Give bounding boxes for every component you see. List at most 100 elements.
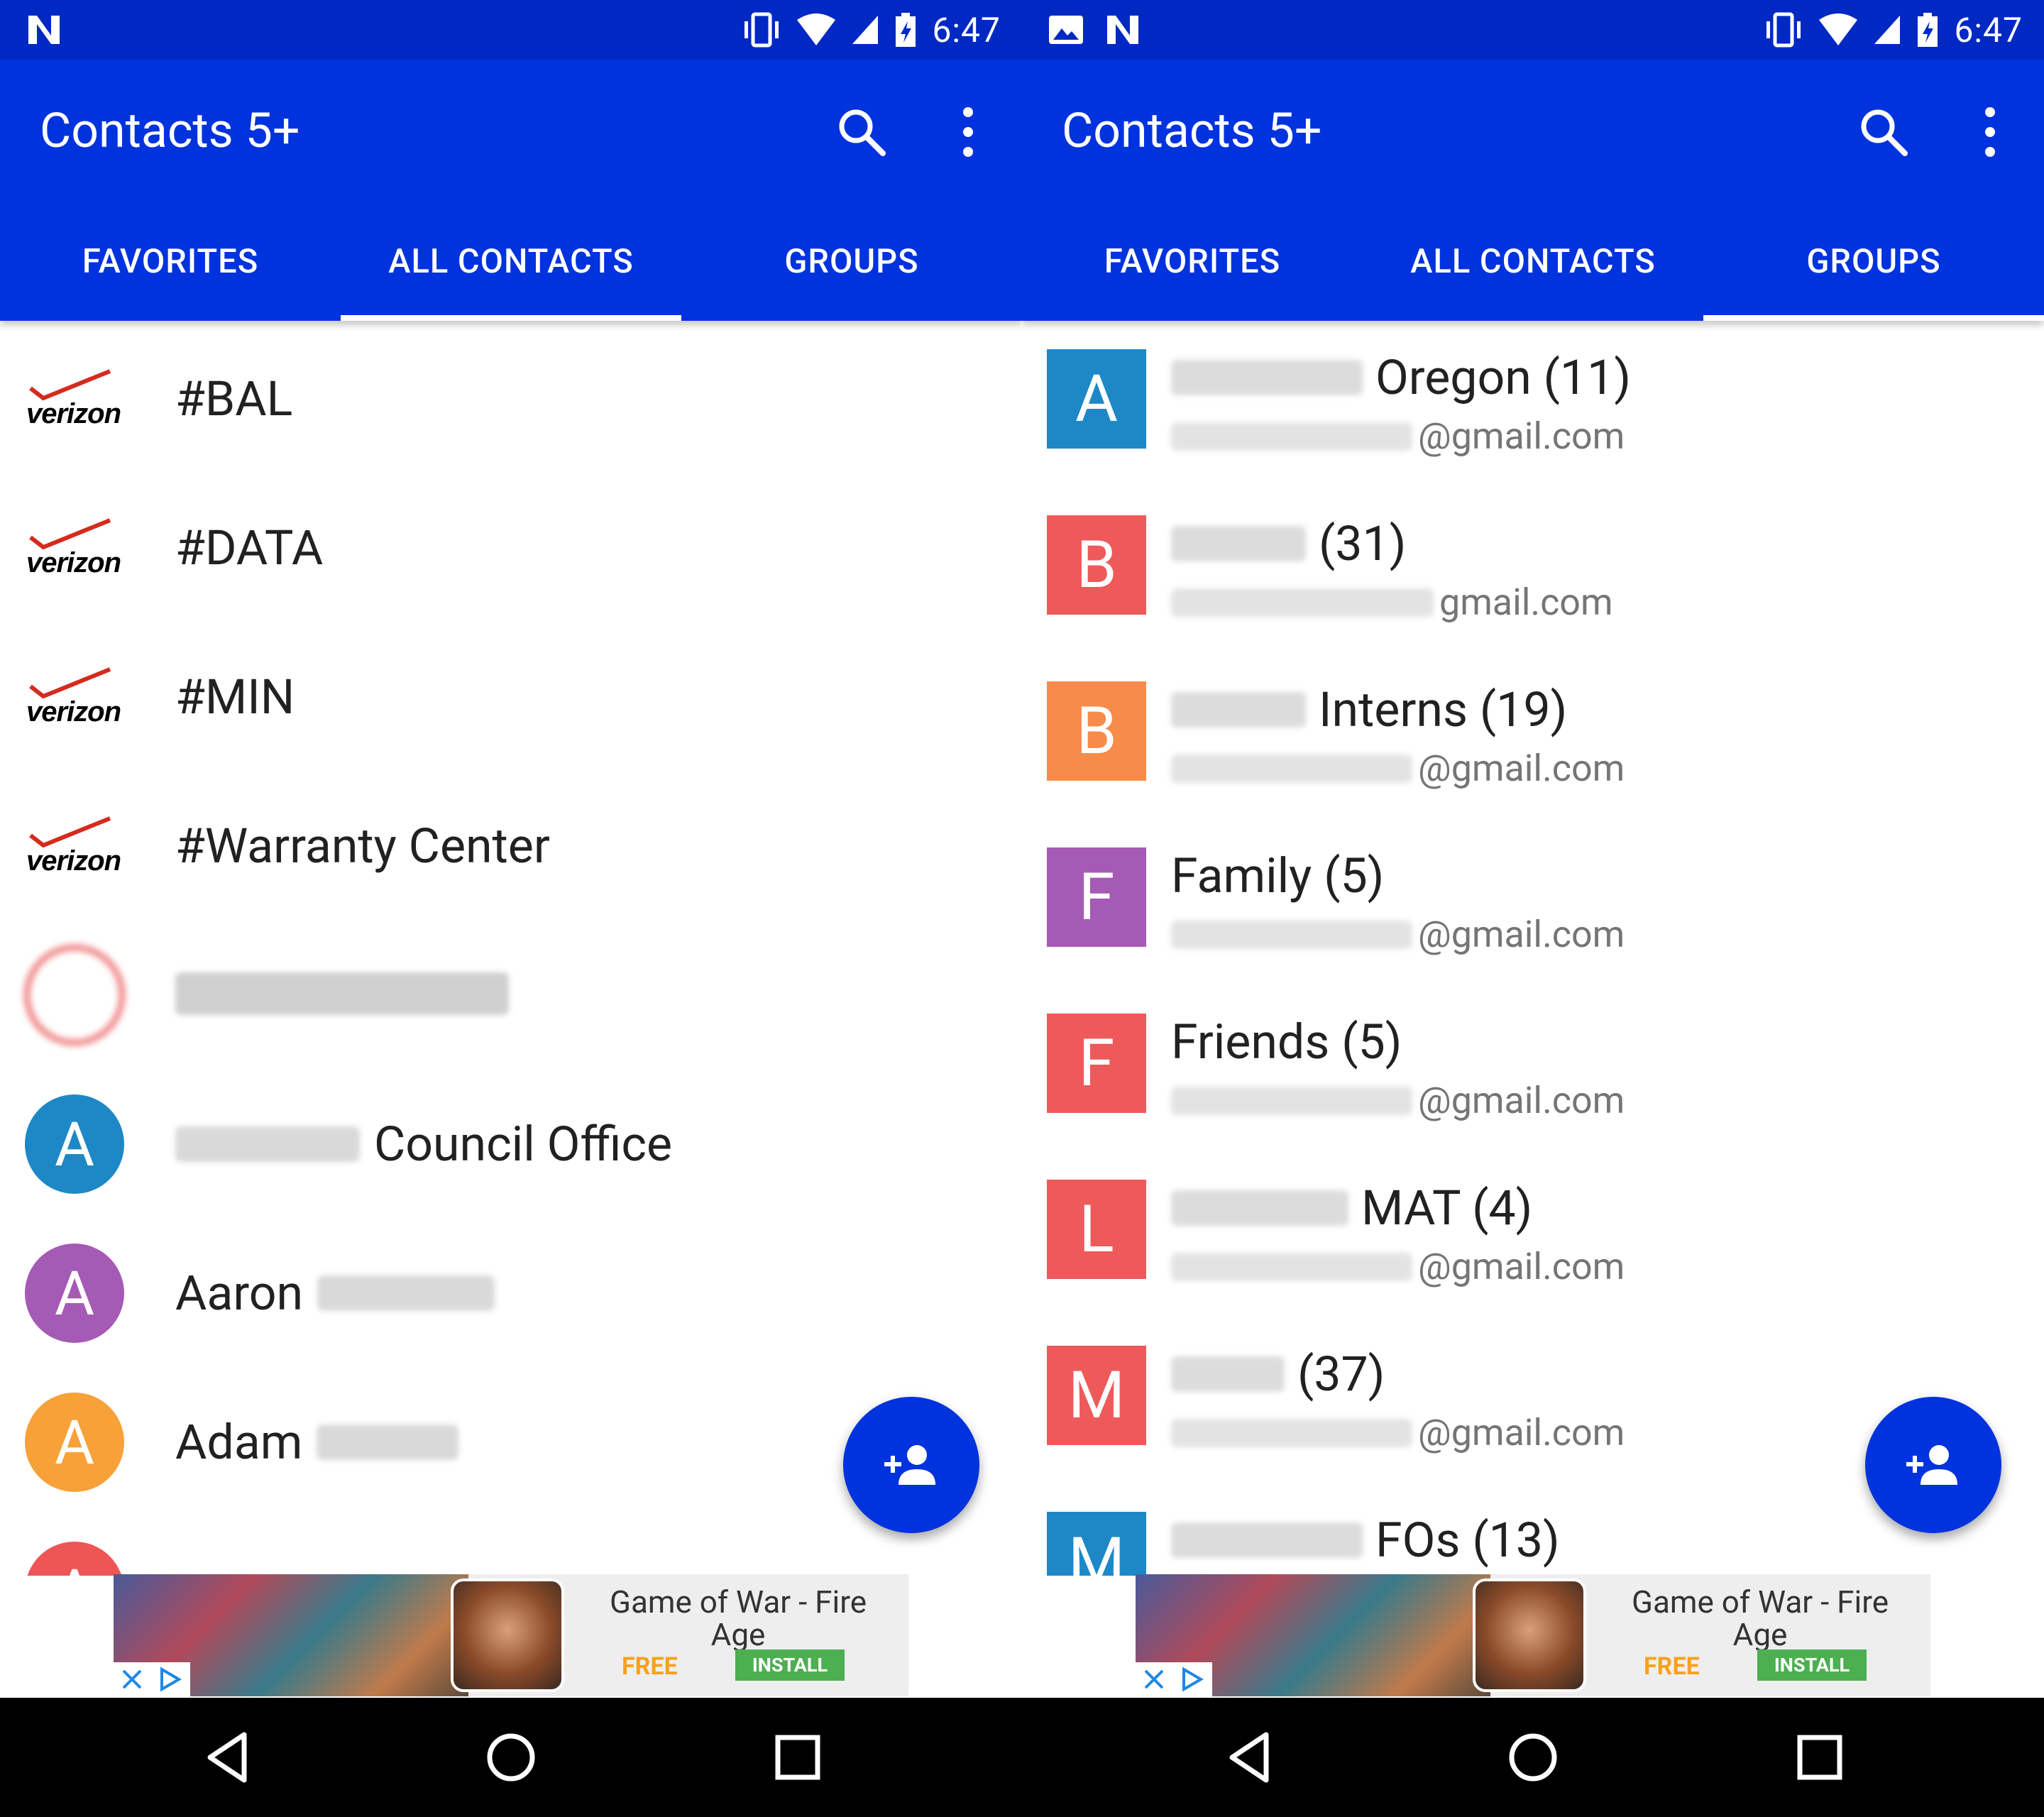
tab-favorites[interactable]: FAVORITES	[0, 202, 341, 321]
verizon-avatar: verizon	[25, 367, 124, 438]
group-name: FOs (13)	[1171, 1512, 1560, 1569]
contact-name: Adam	[175, 1414, 459, 1471]
group-avatar: F	[1047, 1014, 1146, 1113]
redacted-text	[175, 1126, 360, 1162]
groups-screen: 6:47 Contacts 5+ FAVORITES ALL CONTACTS …	[1022, 0, 2044, 1817]
adchoices-icon[interactable]	[158, 1667, 183, 1692]
ad-title[interactable]: Game of War - Fire Age	[1618, 1586, 1902, 1651]
contact-avatar	[25, 945, 124, 1045]
tab-indicator	[341, 315, 681, 321]
contact-name: #BAL	[175, 370, 293, 427]
notification-n-icon	[1107, 16, 1138, 44]
group-row[interactable]: A Oregon (11) @gmail.com	[1022, 321, 2044, 487]
redacted-text	[1171, 1356, 1285, 1392]
contact-row[interactable]: verizon #DATA	[0, 470, 1022, 619]
ad-title[interactable]: Game of War - Fire Age	[596, 1586, 880, 1651]
close-icon[interactable]	[1143, 1668, 1165, 1691]
add-contact-icon	[884, 1445, 935, 1485]
group-avatar: B	[1047, 515, 1146, 615]
wifi-icon	[1819, 13, 1858, 45]
search-icon[interactable]	[1854, 102, 1913, 162]
wifi-icon	[797, 13, 836, 45]
redacted-text	[1171, 920, 1412, 949]
battery-icon	[1918, 13, 1938, 47]
ad-install-button[interactable]: INSTALL	[735, 1649, 845, 1681]
contact-name: Aaron	[175, 1265, 495, 1322]
contact-row[interactable]: verizon #MIN	[0, 619, 1022, 768]
redacted-text	[1171, 1086, 1412, 1115]
group-name: Oregon (11)	[1171, 349, 1631, 406]
contact-list[interactable]: verizon #BAL verizon #DATA verizon #MIN	[0, 321, 1022, 1576]
more-vert-icon[interactable]	[938, 102, 998, 162]
group-avatar: M	[1047, 1346, 1146, 1445]
ad-banner[interactable]: Game of War - Fire Age FREE INSTALL	[114, 1574, 908, 1696]
home-icon[interactable]	[471, 1718, 551, 1797]
group-row[interactable]: F Family (5) @gmail.com	[1022, 819, 2044, 985]
redacted-text	[1171, 526, 1306, 561]
tab-all-contacts[interactable]: ALL CONTACTS	[1363, 202, 1703, 321]
redacted-text	[1171, 1190, 1348, 1226]
ad-app-icon[interactable]	[451, 1579, 564, 1692]
home-icon[interactable]	[1493, 1718, 1573, 1797]
redacted-text	[1171, 422, 1412, 451]
group-account: @gmail.com	[1171, 1079, 1625, 1122]
redacted-text	[317, 1275, 495, 1311]
add-contact-button[interactable]	[1865, 1397, 2001, 1533]
tab-favorites[interactable]: FAVORITES	[1022, 202, 1363, 321]
ad-choices[interactable]	[1136, 1662, 1212, 1696]
tab-indicator	[1703, 315, 2044, 321]
group-account: @gmail.com	[1171, 1245, 1625, 1288]
verizon-avatar: verizon	[25, 516, 124, 587]
close-icon[interactable]	[121, 1668, 143, 1691]
contact-row[interactable]: A	[0, 1513, 1022, 1576]
app-bar: Contacts 5+ FAVORITES ALL CONTACTS GROUP…	[1022, 60, 2044, 321]
group-row[interactable]: B (31) gmail.com	[1022, 487, 2044, 653]
add-contact-button[interactable]	[843, 1397, 979, 1533]
tab-groups[interactable]: GROUPS	[1703, 202, 2044, 321]
contact-name: #Warranty Center	[175, 818, 550, 874]
tab-bar: FAVORITES ALL CONTACTS GROUPS	[1022, 202, 2044, 321]
contact-name: Council Office	[175, 1116, 672, 1173]
recents-icon[interactable]	[1780, 1718, 1859, 1797]
verizon-avatar: verizon	[25, 814, 124, 885]
tab-bar: FAVORITES ALL CONTACTS GROUPS	[0, 202, 1022, 321]
contact-row[interactable]: verizon #BAL	[0, 321, 1022, 470]
more-vert-icon[interactable]	[1960, 102, 2020, 162]
signal-icon	[852, 16, 879, 44]
redacted-text	[1171, 692, 1306, 728]
group-row[interactable]: L MAT (4) @gmail.com	[1022, 1151, 2044, 1317]
contact-row[interactable]: A Aaron	[0, 1215, 1022, 1364]
tab-groups[interactable]: GROUPS	[681, 202, 1022, 321]
redacted-text	[1171, 1418, 1412, 1447]
back-icon[interactable]	[1209, 1718, 1289, 1797]
group-name: (37)	[1171, 1346, 1385, 1402]
notification-n-icon	[28, 16, 60, 44]
vibrate-icon	[744, 12, 779, 48]
redacted-text	[317, 1424, 459, 1460]
ad-choices[interactable]	[114, 1662, 190, 1696]
ad-install-button[interactable]: INSTALL	[1757, 1649, 1867, 1681]
redacted-text	[1171, 588, 1434, 617]
search-icon[interactable]	[832, 102, 891, 162]
group-name: Friends (5)	[1171, 1014, 1402, 1070]
contact-row[interactable]: A Council Office	[0, 1066, 1022, 1215]
battery-icon	[896, 13, 916, 47]
group-row[interactable]: F Friends (5) @gmail.com	[1022, 985, 2044, 1151]
group-avatar: B	[1047, 681, 1146, 781]
group-name: Interns (19)	[1171, 681, 1567, 738]
contact-row[interactable]: verizon #Warranty Center	[0, 768, 1022, 917]
contact-avatar: A	[25, 1244, 124, 1343]
verizon-avatar: verizon	[25, 665, 124, 736]
recents-icon[interactable]	[758, 1718, 837, 1797]
back-icon[interactable]	[187, 1718, 267, 1797]
status-bar: 6:47	[0, 0, 1022, 60]
contact-row[interactable]	[0, 917, 1022, 1066]
ad-app-icon[interactable]	[1473, 1579, 1586, 1692]
ad-banner[interactable]: Game of War - Fire Age FREE INSTALL	[1136, 1574, 1930, 1696]
group-row[interactable]: B Interns (19) @gmail.com	[1022, 653, 2044, 819]
group-list[interactable]: A Oregon (11) @gmail.com B (31) gmail.co…	[1022, 321, 2044, 1576]
group-account: gmail.com	[1171, 581, 1613, 624]
tab-all-contacts[interactable]: ALL CONTACTS	[341, 202, 681, 321]
group-name: MAT (4)	[1171, 1180, 1532, 1236]
adchoices-icon[interactable]	[1180, 1667, 1205, 1692]
